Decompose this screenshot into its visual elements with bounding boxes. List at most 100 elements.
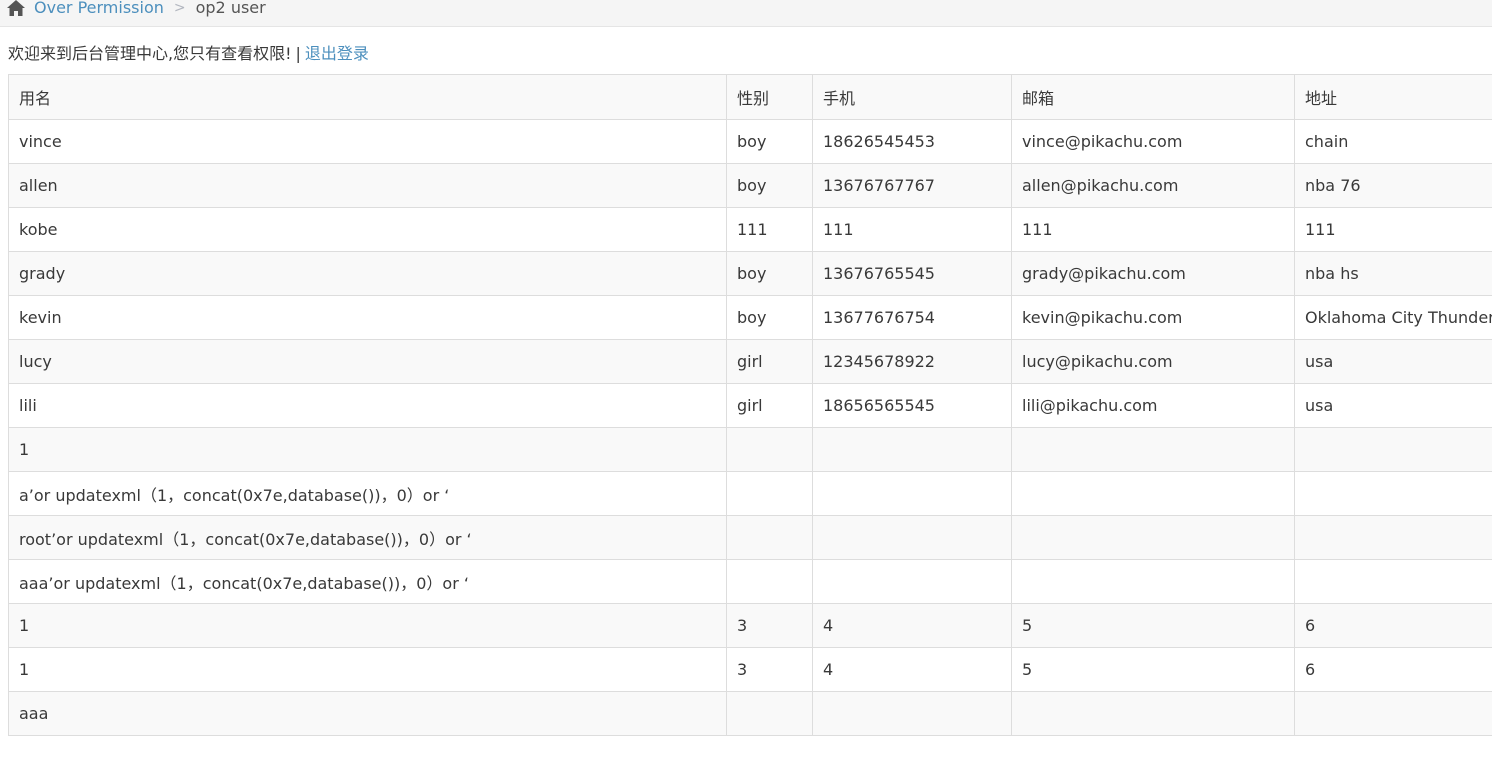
cell-username: allen — [8, 163, 727, 208]
table-row: root’or updatexml（1，concat(0x7e,database… — [8, 515, 1492, 560]
welcome-separator: | — [295, 44, 301, 63]
cell-username: root’or updatexml（1，concat(0x7e,database… — [8, 515, 727, 560]
cell-phone — [812, 691, 1012, 736]
cell-phone — [812, 559, 1012, 604]
cell-gender: boy — [726, 295, 813, 340]
cell-email: vince@pikachu.com — [1011, 119, 1295, 164]
welcome-bar: 欢迎来到后台管理中心,您只有查看权限! | 退出登录 — [8, 40, 369, 64]
cell-username: vince — [8, 119, 727, 164]
cell-username: lucy — [8, 339, 727, 384]
cell-gender: boy — [726, 251, 813, 296]
cell-address — [1294, 559, 1492, 604]
table-row: allen boy 13676767767 allen@pikachu.com nba … — [8, 163, 1492, 208]
cell-gender: 111 — [726, 207, 813, 252]
cell-address: usa — [1294, 383, 1492, 428]
cell-username: kobe — [8, 207, 727, 252]
cell-phone: 18656565545 — [812, 383, 1012, 428]
cell-username: 1 — [8, 427, 727, 472]
cell-username: aaa — [8, 691, 727, 736]
column-header-phone: 手机 — [812, 74, 1012, 120]
column-header-username: 用名 — [8, 74, 727, 120]
cell-phone — [812, 427, 1012, 472]
cell-email: 5 — [1011, 603, 1295, 648]
cell-username: 1 — [8, 647, 727, 692]
table-row: aaa — [8, 691, 1492, 736]
column-header-address: 地址 — [1294, 74, 1492, 120]
cell-username: aaa’or updatexml（1，concat(0x7e,database(… — [8, 559, 727, 604]
table-row: lucy girl 12345678922 lucy@pikachu.com usa — [8, 339, 1492, 384]
table-row: a’or updatexml（1，concat(0x7e,database())… — [8, 471, 1492, 516]
cell-address: nba 76 — [1294, 163, 1492, 208]
cell-username: 1 — [8, 603, 727, 648]
cell-address: usa — [1294, 339, 1492, 384]
cell-phone: 4 — [812, 647, 1012, 692]
cell-email: lucy@pikachu.com — [1011, 339, 1295, 384]
cell-phone — [812, 471, 1012, 516]
breadcrumb-current: op2 user — [195, 0, 266, 17]
cell-address: 6 — [1294, 647, 1492, 692]
home-icon[interactable] — [6, 0, 26, 17]
cell-email — [1011, 515, 1295, 560]
cell-gender — [726, 471, 813, 516]
column-header-gender: 性别 — [726, 74, 813, 120]
cell-email: 111 — [1011, 207, 1295, 252]
cell-address — [1294, 515, 1492, 560]
cell-email: lili@pikachu.com — [1011, 383, 1295, 428]
cell-phone: 13676765545 — [812, 251, 1012, 296]
table-body: vince boy 18626545453 vince@pikachu.com chai… — [8, 119, 1492, 736]
cell-username: lili — [8, 383, 727, 428]
cell-address: 111 — [1294, 207, 1492, 252]
logout-link[interactable]: 退出登录 — [305, 44, 369, 63]
cell-address: Oklahoma City Thunder — [1294, 295, 1492, 340]
cell-address: chain — [1294, 119, 1492, 164]
cell-gender: 3 — [726, 603, 813, 648]
cell-gender: 3 — [726, 647, 813, 692]
cell-username: grady — [8, 251, 727, 296]
user-table-container: 用名 性别 手机 邮箱 地址 vince boy 18626545453 vince@pika… — [8, 74, 1492, 736]
cell-email — [1011, 559, 1295, 604]
cell-username: kevin — [8, 295, 727, 340]
table-row: kobe 111 111 111 111 — [8, 207, 1492, 252]
breadcrumb: Over Permission > op2 user — [0, 0, 1492, 27]
cell-gender — [726, 691, 813, 736]
cell-phone: 18626545453 — [812, 119, 1012, 164]
cell-phone: 13676767767 — [812, 163, 1012, 208]
cell-gender — [726, 515, 813, 560]
table-row: lili girl 18656565545 lili@pikachu.com usa — [8, 383, 1492, 428]
cell-email: allen@pikachu.com — [1011, 163, 1295, 208]
cell-gender — [726, 559, 813, 604]
table-row: 13456 — [8, 647, 1492, 692]
table-row: kevin boy 13677676754 kevin@pikachu.com Okla… — [8, 295, 1492, 340]
cell-gender: boy — [726, 163, 813, 208]
cell-gender — [726, 427, 813, 472]
table-row: grady boy 13676765545 grady@pikachu.com nba … — [8, 251, 1492, 296]
cell-email — [1011, 427, 1295, 472]
cell-address: 6 — [1294, 603, 1492, 648]
cell-phone — [812, 515, 1012, 560]
cell-gender: girl — [726, 383, 813, 428]
table-row: vince boy 18626545453 vince@pikachu.com chai… — [8, 119, 1492, 164]
cell-address — [1294, 691, 1492, 736]
breadcrumb-separator: > — [173, 0, 186, 16]
cell-phone: 13677676754 — [812, 295, 1012, 340]
user-table: 用名 性别 手机 邮箱 地址 vince boy 18626545453 vince@pika… — [8, 74, 1492, 736]
cell-gender: boy — [726, 119, 813, 164]
cell-email: 5 — [1011, 647, 1295, 692]
table-row: aaa’or updatexml（1，concat(0x7e,database(… — [8, 559, 1492, 604]
cell-email: grady@pikachu.com — [1011, 251, 1295, 296]
cell-email — [1011, 691, 1295, 736]
breadcrumb-link-over-permission[interactable]: Over Permission — [34, 0, 164, 17]
cell-address — [1294, 427, 1492, 472]
cell-phone: 111 — [812, 207, 1012, 252]
cell-email — [1011, 471, 1295, 516]
cell-address — [1294, 471, 1492, 516]
cell-address: nba hs — [1294, 251, 1492, 296]
table-row: 13456 — [8, 603, 1492, 648]
cell-phone: 4 — [812, 603, 1012, 648]
table-row: 1 — [8, 427, 1492, 472]
cell-email: kevin@pikachu.com — [1011, 295, 1295, 340]
table-header-row: 用名 性别 手机 邮箱 地址 — [8, 74, 1492, 120]
cell-gender: girl — [726, 339, 813, 384]
cell-username: a’or updatexml（1，concat(0x7e,database())… — [8, 471, 727, 516]
column-header-email: 邮箱 — [1011, 74, 1295, 120]
